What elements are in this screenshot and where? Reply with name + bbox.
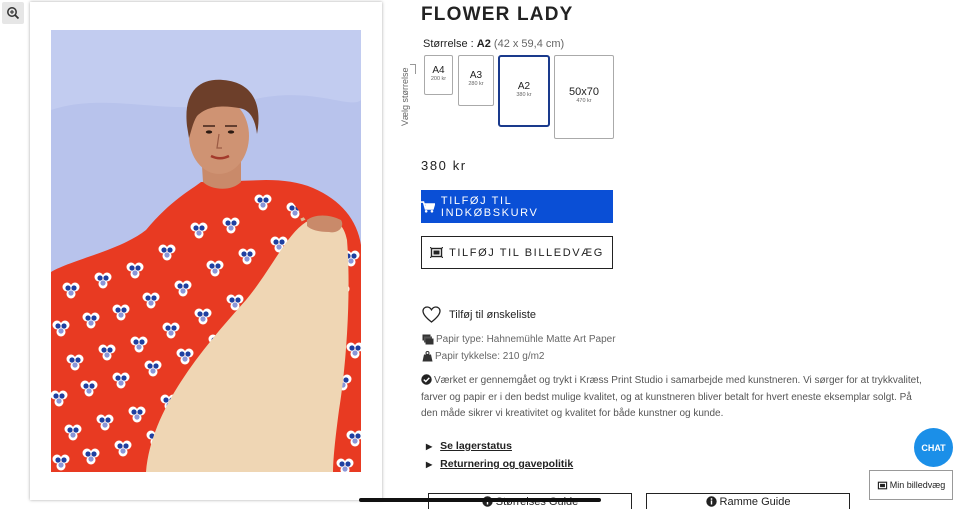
stock-status-label: Se lagerstatus <box>440 440 512 452</box>
add-to-wishlist[interactable]: Tilføj til ønskeliste <box>422 306 536 323</box>
size-option-name: A3 <box>469 70 483 81</box>
returns-policy-link[interactable]: ▶ Returnering og gavepolitik <box>426 458 573 470</box>
heart-icon <box>422 306 441 323</box>
add-to-picture-wall-label: TILFØJ TIL BILLEDVÆG <box>449 246 604 259</box>
add-to-cart-label: TILFØJ TIL INDKØBSKURV <box>440 194 539 219</box>
frame-guide-label: Ramme Guide <box>719 496 791 508</box>
paper-thickness-text: Papir tykkelse: 210 g/m2 <box>435 351 545 362</box>
returns-policy-label: Returnering og gavepolitik <box>440 458 574 470</box>
paper-stack-icon <box>422 334 434 345</box>
paper-thickness: Papir tykkelse: 210 g/m2 <box>422 351 545 362</box>
add-to-cart-button[interactable]: TILFØJ TIL INDKØBSKURV <box>421 190 613 223</box>
info-icon <box>705 496 717 507</box>
size-option-price: 200 kr <box>430 76 447 82</box>
home-indicator <box>359 498 601 502</box>
size-option-a2[interactable]: A2 380 kr <box>498 55 550 127</box>
product-description: Værket er gennemgået og trykt i Kræss Pr… <box>421 373 931 423</box>
chat-button[interactable]: CHAT <box>914 428 953 467</box>
selected-size-info: Størrelse : A2 (42 x 59,4 cm) <box>423 38 564 50</box>
weight-icon <box>422 351 433 362</box>
paper-type: Papir type: Hahnemühle Matte Art Paper <box>422 334 616 345</box>
selected-size: A2 <box>476 38 491 50</box>
check-circle-icon <box>421 374 432 385</box>
size-option-price: 280 kr <box>468 81 484 87</box>
size-option-a3[interactable]: A3 280 kr <box>458 55 494 106</box>
size-option-name: A4 <box>432 65 445 76</box>
add-to-picture-wall-button[interactable]: TILFØJ TIL BILLEDVÆG <box>421 236 613 269</box>
description-text: Værket er gennemgået og trykt i Kræss Pr… <box>421 375 922 419</box>
size-picker-bracket <box>410 64 416 74</box>
size-option-price: 380 kr <box>516 92 532 98</box>
size-option-name: A2 <box>517 81 531 92</box>
size-option-name: 50x70 <box>569 86 599 98</box>
chevron-right-icon: ▶ <box>426 459 433 469</box>
wishlist-label: Tilføj til ønskeliste <box>449 308 536 321</box>
artwork-illustration <box>51 30 361 472</box>
selected-dimensions: (42 x 59,4 cm) <box>493 38 565 50</box>
size-picker-label: Vælg størrelse <box>400 67 410 126</box>
size-option-a4[interactable]: A4 200 kr <box>424 55 453 95</box>
chevron-right-icon: ▶ <box>426 441 433 451</box>
stock-status-link[interactable]: ▶ Se lagerstatus <box>426 440 512 452</box>
zoom-in-icon <box>7 7 20 20</box>
frame-guide-button[interactable]: Ramme Guide <box>646 493 850 509</box>
picture-wall-icon <box>430 247 444 258</box>
paper-type-text: Papir type: Hahnemühle Matte Art Paper <box>436 334 616 345</box>
size-label: Størrelse : <box>423 38 474 50</box>
picture-wall-icon <box>877 481 887 489</box>
cart-icon <box>421 200 435 213</box>
size-option-price: 470 kr <box>576 98 592 104</box>
product-price: 380 kr <box>421 158 467 173</box>
size-option-50x70[interactable]: 50x70 470 kr <box>554 55 614 139</box>
product-title: FLOWER LADY <box>421 4 574 25</box>
product-image[interactable] <box>30 2 382 500</box>
my-picture-wall-button[interactable]: Min billedvæg <box>869 470 953 500</box>
my-picture-wall-label: Min billedvæg <box>889 480 946 490</box>
zoom-button[interactable] <box>2 2 24 24</box>
